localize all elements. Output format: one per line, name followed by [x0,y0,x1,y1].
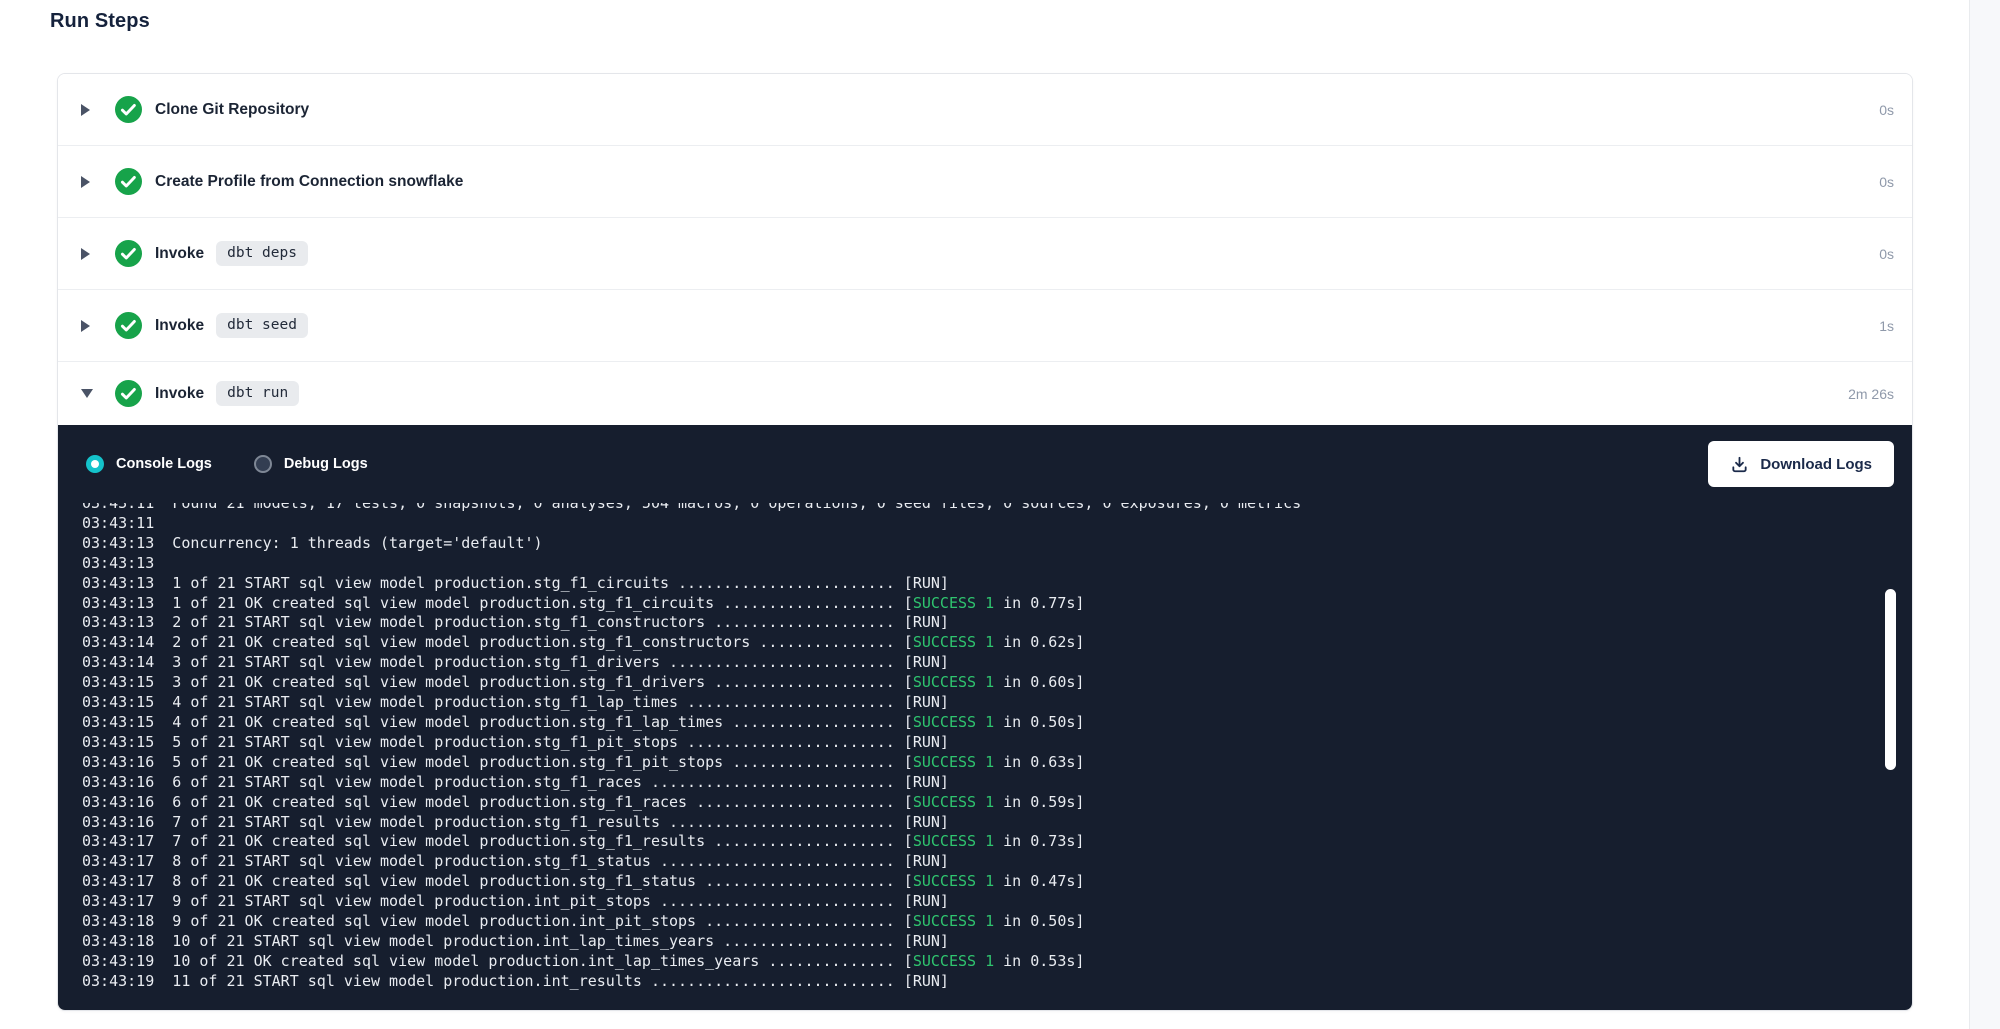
step-row-create-profile-from-connection-snowflake[interactable]: Create Profile from Connection snowflake… [58,146,1912,218]
log-line: 03:43:16 7 of 21 START sql view model pr… [82,813,1912,833]
console-header: Console Logs Debug Logs Download Logs [58,425,1912,503]
step-duration: 2m 26s [1848,386,1894,402]
console-panel: Console Logs Debug Logs Download Logs 03:… [58,425,1912,1010]
log-line: 03:43:13 Concurrency: 1 threads (target=… [82,534,1912,554]
log-success-token: SUCCESS 1 [913,753,994,771]
tab-console-logs[interactable]: Console Logs [86,455,212,473]
log-success-token: SUCCESS 1 [913,793,994,811]
step-label: Clone Git Repository [155,101,309,119]
caret-right-icon[interactable] [81,104,93,116]
log-line: 03:43:13 1 of 21 START sql view model pr… [82,574,1912,594]
log-line: 03:43:19 10 of 21 OK created sql view mo… [82,952,1912,972]
log-line: 03:43:16 5 of 21 OK created sql view mod… [82,753,1912,773]
log-line: 03:43:11 [82,514,1912,534]
log-success-token: SUCCESS 1 [913,713,994,731]
log-line: 03:43:17 7 of 21 OK created sql view mod… [82,832,1912,852]
caret-right-icon[interactable] [81,320,93,332]
step-row-invokedbt-deps[interactable]: Invoke dbt deps 0s [58,218,1912,290]
step-command-badge: dbt seed [216,313,308,338]
log-line: 03:43:14 3 of 21 START sql view model pr… [82,653,1912,673]
step-label: Invoke [155,385,204,403]
log-success-token: SUCCESS 1 [913,912,994,930]
caret-right-icon[interactable] [81,176,93,188]
log-line: 03:43:15 4 of 21 START sql view model pr… [82,693,1912,713]
log-success-token: SUCCESS 1 [913,594,994,612]
success-check-icon [115,312,142,339]
success-check-icon [115,168,142,195]
log-line: 03:43:17 8 of 21 OK created sql view mod… [82,872,1912,892]
content-right-gutter [1969,0,2000,1029]
step-label: Invoke [155,245,204,263]
success-check-icon [115,240,142,267]
log-line: 03:43:13 2 of 21 START sql view model pr… [82,613,1912,633]
log-success-token: SUCCESS 1 [913,673,994,691]
success-check-icon [115,380,142,407]
step-command-badge: dbt deps [216,241,308,266]
radio-unselected-icon[interactable] [254,455,272,473]
log-line: 03:43:16 6 of 21 OK created sql view mod… [82,793,1912,813]
log-success-token: SUCCESS 1 [913,633,994,651]
log-line: 03:43:17 8 of 21 START sql view model pr… [82,852,1912,872]
log-line: 03:43:15 5 of 21 START sql view model pr… [82,733,1912,753]
log-line: 03:43:15 4 of 21 OK created sql view mod… [82,713,1912,733]
download-icon [1730,455,1749,474]
log-line: 03:43:11 Found 21 models, 17 tests, 0 sn… [82,503,1912,514]
log-line: 03:43:18 9 of 21 OK created sql view mod… [82,912,1912,932]
step-command-badge: dbt run [216,381,299,406]
console-scrollbar-thumb[interactable] [1885,589,1896,770]
page-title: Run Steps [50,10,150,33]
log-line: 03:43:14 2 of 21 OK created sql view mod… [82,633,1912,653]
step-duration: 0s [1879,174,1894,190]
log-success-token: SUCCESS 1 [913,872,994,890]
log-line: 03:43:16 6 of 21 START sql view model pr… [82,773,1912,793]
log-line: 03:43:19 11 of 21 START sql view model p… [82,972,1912,992]
log-line: 03:43:13 [82,554,1912,574]
radio-label: Debug Logs [284,456,368,472]
step-row-invokedbt-seed[interactable]: Invoke dbt seed 1s [58,290,1912,362]
download-logs-button[interactable]: Download Logs [1708,441,1894,487]
step-row-clone-git-repository[interactable]: Clone Git Repository 0s [58,74,1912,146]
log-line: 03:43:18 10 of 21 START sql view model p… [82,932,1912,952]
run-steps-list: Clone Git Repository0sCreate Profile fro… [58,74,1912,425]
log-success-token: SUCCESS 1 [913,952,994,970]
step-label: Create Profile from Connection snowflake [155,173,463,191]
step-duration: 1s [1879,318,1894,334]
step-row-invokedbt-run[interactable]: Invoke dbt run 2m 26s [58,362,1912,425]
console-log: 03:43:11 Found 21 models, 17 tests, 0 sn… [82,503,1912,992]
console-log-viewport: 03:43:11 Found 21 models, 17 tests, 0 sn… [58,503,1912,1002]
run-steps-card: Clone Git Repository0sCreate Profile fro… [57,73,1913,1011]
tab-debug-logs[interactable]: Debug Logs [254,455,368,473]
radio-selected-icon[interactable] [86,455,104,473]
log-line: 03:43:17 9 of 21 START sql view model pr… [82,892,1912,912]
step-duration: 0s [1879,102,1894,118]
log-success-token: SUCCESS 1 [913,832,994,850]
caret-down-icon[interactable] [81,389,93,398]
log-line: 03:43:15 3 of 21 OK created sql view mod… [82,673,1912,693]
success-check-icon [115,96,142,123]
download-logs-label: Download Logs [1760,456,1872,473]
log-line: 03:43:13 1 of 21 OK created sql view mod… [82,594,1912,614]
log-tabs: Console Logs Debug Logs [86,455,410,473]
step-label: Invoke [155,317,204,335]
step-duration: 0s [1879,246,1894,262]
caret-right-icon[interactable] [81,248,93,260]
radio-label: Console Logs [116,456,212,472]
